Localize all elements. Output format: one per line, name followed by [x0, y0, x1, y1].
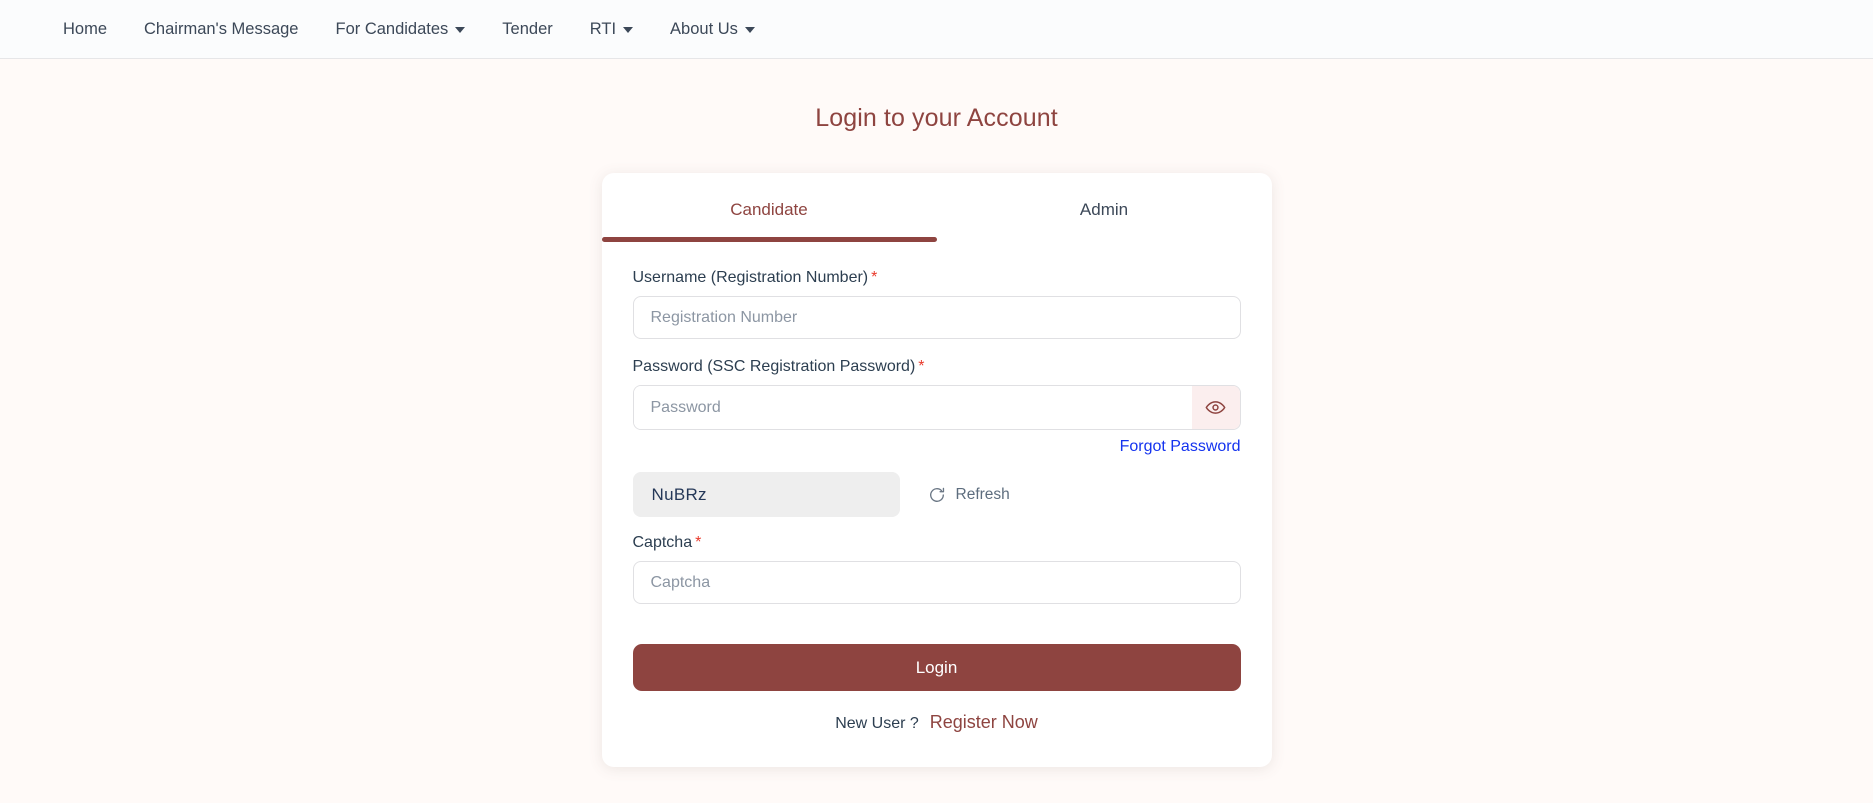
nav-item-label: Chairman's Message [144, 19, 299, 38]
nav-item-label: About Us [670, 19, 738, 38]
username-input[interactable] [632, 296, 1241, 339]
captcha-label-text: Captcha [632, 534, 693, 551]
nav-item-chairmans-message[interactable]: Chairman's Message [127, 14, 318, 45]
password-label: Password (SSC Registration Password) * [633, 358, 1241, 376]
captcha-text: NuBRz [651, 484, 707, 504]
username-field-group: Username (Registration Number) * [632, 269, 1241, 339]
refresh-label: Refresh [955, 485, 1010, 503]
password-input-wrapper [632, 385, 1241, 430]
nav-item-for-candidates[interactable]: For Candidates [318, 14, 485, 45]
top-navbar: Home Chairman's Message For Candidates T… [0, 0, 1873, 59]
refresh-icon [929, 487, 944, 502]
password-input[interactable] [633, 386, 1192, 429]
page-title: Login to your Account [815, 104, 1058, 132]
nav-item-label: Home [63, 19, 108, 38]
tab-label: Candidate [730, 200, 808, 219]
nav-item-label: Tender [502, 19, 553, 38]
username-label-text: Username (Registration Number) [632, 269, 869, 286]
toggle-password-visibility-button[interactable] [1191, 386, 1240, 429]
required-asterisk: * [871, 269, 878, 286]
nav-item-about-us[interactable]: About Us [653, 14, 775, 45]
nav-item-label: For Candidates [335, 19, 449, 38]
new-user-text: New User ? [835, 715, 919, 732]
tab-candidate[interactable]: Candidate [601, 173, 937, 242]
captcha-field-group: Captcha * [632, 534, 1241, 604]
required-asterisk: * [695, 534, 702, 551]
login-tabs: Candidate Admin [601, 173, 1272, 242]
login-page: Login to your Account Candidate Admin Us… [0, 59, 1873, 803]
captcha-image: NuBRz [632, 472, 900, 517]
nav-item-home[interactable]: Home [63, 14, 127, 45]
forgot-password-row: Forgot Password [633, 438, 1241, 456]
chevron-down-icon [744, 27, 755, 33]
username-label: Username (Registration Number) * [633, 269, 1241, 287]
register-now-link[interactable]: Register Now [930, 712, 1038, 733]
nav-item-label: RTI [589, 19, 617, 38]
nav-item-rti[interactable]: RTI [573, 14, 653, 45]
captcha-display-row: NuBRz Refresh [632, 472, 1241, 517]
login-button[interactable]: Login [632, 644, 1241, 691]
chevron-down-icon [623, 27, 634, 33]
required-asterisk: * [918, 358, 925, 375]
tab-label: Admin [1079, 200, 1129, 219]
eye-icon [1205, 401, 1226, 414]
refresh-captcha-button[interactable]: Refresh [928, 486, 1010, 504]
login-form: Username (Registration Number)* Password… [602, 242, 1272, 733]
password-label-text: Password (SSC Registration Password) [632, 358, 916, 375]
chevron-down-icon [455, 27, 466, 33]
password-field-group: Password (SSC Registration Password) * [632, 358, 1241, 430]
nav-item-tender[interactable]: Tender [485, 14, 572, 45]
tab-admin[interactable]: Admin [937, 173, 1272, 242]
nav-list: Home Chairman's Message For Candidates T… [63, 14, 775, 45]
captcha-label: Captcha * [633, 534, 1241, 552]
forgot-password-link[interactable]: Forgot Password [1120, 438, 1241, 456]
new-user-row: New User ? Register Now [633, 712, 1241, 733]
login-card: Candidate Admin Username (Registration N… [601, 173, 1272, 767]
captcha-input[interactable] [632, 561, 1241, 604]
